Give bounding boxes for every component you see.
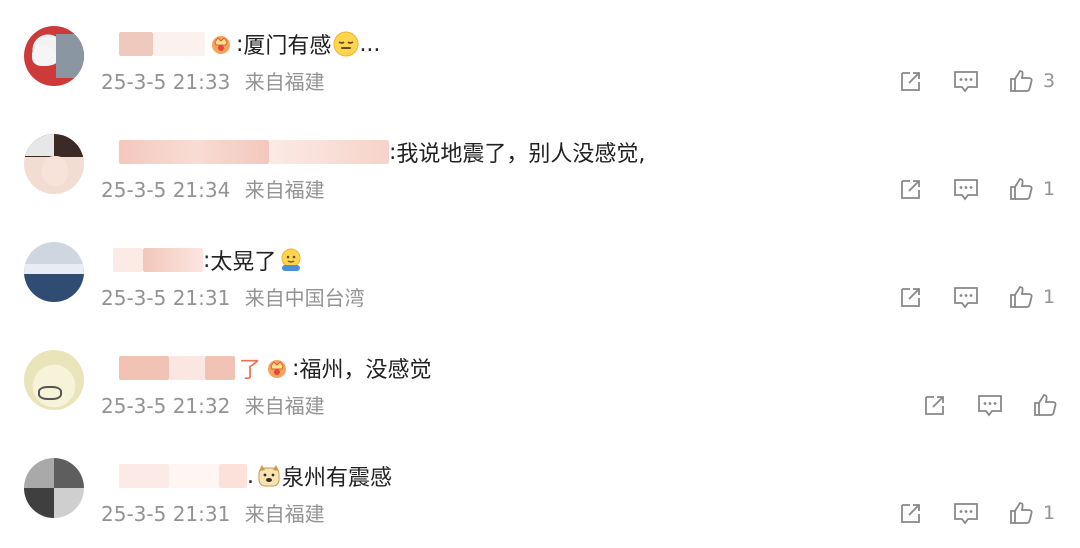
comment-item: . 泉州有震感 25-3-5 21:31 来自福建 1 (0, 432, 1080, 540)
comment-item: : 太晃了 25-3-5 21:31 来自中国台湾 1 (0, 216, 1080, 324)
like-count: 1 (1043, 286, 1056, 308)
author-name-redacted (169, 464, 219, 488)
shaking-face-icon (278, 247, 304, 273)
avatar[interactable] (24, 26, 84, 86)
author-separator: : (203, 247, 211, 273)
comment-actions: 1 (897, 282, 1056, 312)
avatar[interactable] (24, 458, 84, 518)
comment-actions: 3 (897, 66, 1056, 96)
avatar[interactable] (24, 134, 84, 194)
share-icon[interactable] (897, 67, 925, 95)
comment-line: 了 : 福州，没感觉 (101, 350, 431, 386)
thumbs-up-icon[interactable] (1007, 499, 1035, 527)
comment-icon[interactable] (952, 175, 980, 203)
comment-ellipsis: ... (359, 31, 381, 57)
comment-location: 来自福建 (244, 394, 325, 418)
vip-crown-badge-icon (265, 356, 289, 380)
author-name-redacted (143, 248, 203, 272)
comment-time: 25-3-5 21:33 (101, 70, 231, 94)
author-name-redacted[interactable] (113, 248, 143, 272)
avatar[interactable] (24, 242, 84, 302)
share-icon[interactable] (897, 283, 925, 311)
author-name-redacted (205, 356, 235, 380)
comment-location: 来自福建 (244, 70, 325, 94)
thumbs-up-icon[interactable] (1007, 175, 1035, 203)
author-separator: : (236, 31, 244, 57)
author-name-redacted (153, 32, 205, 56)
author-name-redacted[interactable] (119, 464, 169, 488)
comment-time: 25-3-5 21:32 (101, 394, 231, 418)
comment-actions: 1 (897, 498, 1056, 528)
like-count: 3 (1043, 70, 1056, 92)
author-name-redacted (169, 356, 205, 380)
comment-time: 25-3-5 21:34 (101, 178, 231, 202)
author-separator: : (292, 355, 300, 381)
author-name-redacted[interactable] (119, 356, 169, 380)
comment-meta: 25-3-5 21:31 来自中国台湾 (101, 282, 365, 311)
dog-face-icon (256, 463, 282, 489)
share-icon[interactable] (897, 175, 925, 203)
comment-text: 厦门有感 (243, 34, 332, 59)
comment-text: 我说地震了，别人没感觉, (396, 142, 646, 167)
share-icon[interactable] (897, 499, 925, 527)
comment-item: : 厦门有感 ... 25-3-5 21:33 来自福建 3 (0, 0, 1080, 108)
like-count: 1 (1043, 502, 1056, 524)
author-name-redacted[interactable] (119, 140, 269, 164)
thumbs-up-icon[interactable] (1007, 283, 1035, 311)
comment-meta: 25-3-5 21:34 来自福建 (101, 174, 325, 203)
author-separator: . (247, 463, 254, 489)
comment-location: 来自福建 (244, 502, 325, 526)
comment-meta: 25-3-5 21:32 来自福建 (101, 390, 325, 419)
like-count: 1 (1043, 178, 1056, 200)
comment-location: 来自中国台湾 (244, 286, 365, 310)
author-name-redacted (269, 140, 389, 164)
comment-meta: 25-3-5 21:31 来自福建 (101, 498, 325, 527)
comment-icon[interactable] (952, 283, 980, 311)
comment-time: 25-3-5 21:31 (101, 502, 231, 526)
thumbs-up-icon[interactable] (1007, 67, 1035, 95)
comment-line: : 我说地震了，别人没感觉, (101, 134, 645, 170)
vip-crown-badge-icon (209, 32, 233, 56)
comment-item: 了 : 福州，没感觉 25-3-5 21:32 来自福建 (0, 324, 1080, 432)
comment-text: 太晃了 (210, 250, 277, 275)
relieved-face-icon (333, 31, 359, 57)
author-name-suffix[interactable]: 了 (239, 352, 261, 384)
comment-text: 泉州有震感 (282, 466, 393, 491)
author-name-redacted (219, 464, 247, 488)
author-name-redacted[interactable] (119, 32, 153, 56)
comment-item: : 我说地震了，别人没感觉, 25-3-5 21:34 来自福建 1 (0, 108, 1080, 216)
author-separator: : (389, 139, 397, 165)
avatar[interactable] (24, 350, 84, 410)
comment-icon[interactable] (976, 391, 1004, 419)
share-icon[interactable] (921, 391, 949, 419)
comment-actions: 1 (897, 174, 1056, 204)
comment-line: : 太晃了 (101, 242, 304, 278)
comment-location: 来自福建 (244, 178, 325, 202)
comment-meta: 25-3-5 21:33 来自福建 (101, 66, 325, 95)
thumbs-up-icon[interactable] (1031, 391, 1059, 419)
comment-icon[interactable] (952, 499, 980, 527)
comment-text: 福州，没感觉 (299, 358, 432, 383)
comment-feed: : 厦门有感 ... 25-3-5 21:33 来自福建 3: 我说地震了，别… (0, 0, 1080, 548)
comment-line: . 泉州有震感 (101, 458, 392, 494)
comment-actions (921, 390, 1059, 420)
comment-line: : 厦门有感 ... (101, 26, 380, 62)
comment-time: 25-3-5 21:31 (101, 286, 231, 310)
comment-icon[interactable] (952, 67, 980, 95)
